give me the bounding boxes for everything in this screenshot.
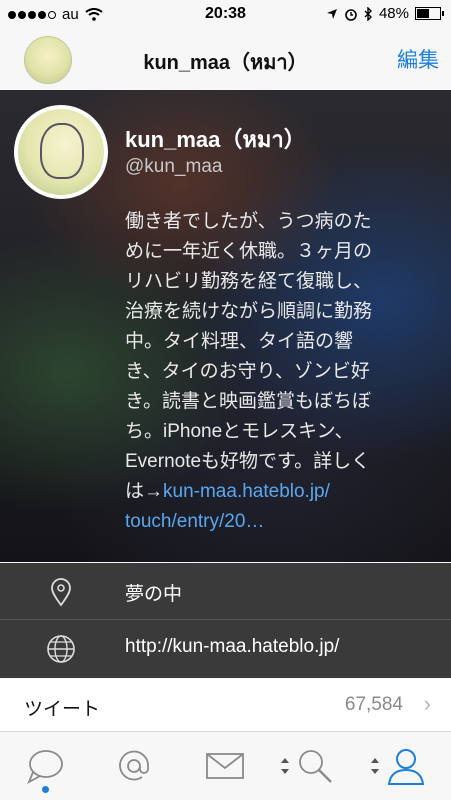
bio-line: き、タイのお守り、ゾンビ好	[125, 361, 370, 382]
tweets-label: ツイート	[24, 699, 101, 720]
location-row: 夢の中	[0, 563, 451, 620]
profile-bio: 働き者でしたが、うつ病のた めに一年近く休職。３ヶ月の リハビリ勤務を経て復職し…	[125, 207, 445, 537]
status-right: 48%	[326, 5, 444, 22]
bio-line: 中。タイ料理、タイ語の響	[125, 331, 354, 352]
bluetooth-icon	[364, 6, 372, 21]
bio-link-prefix: は→	[125, 481, 164, 502]
tab-timeline[interactable]	[25, 746, 65, 786]
nav-bar: kun_maa（หมา） 編集	[0, 28, 451, 91]
unread-indicator	[42, 786, 49, 793]
battery-percent: 48%	[378, 5, 409, 22]
tab-mentions[interactable]	[114, 746, 154, 786]
globe-icon	[47, 635, 75, 663]
search-icon	[299, 750, 332, 783]
profile-handle: @kun_maa	[125, 156, 223, 177]
chat-bubble-icon	[27, 750, 63, 784]
location-text: 夢の中	[125, 584, 183, 605]
bio-line: ち。iPhoneとモレスキン、	[125, 421, 354, 442]
tab-messages[interactable]	[205, 746, 245, 786]
bio-link-continued[interactable]: touch/entry/20…	[125, 511, 264, 532]
chevron-right-icon: ›	[423, 691, 431, 716]
bio-line: Evernoteも好物です。詳しく	[125, 451, 371, 472]
profile-header: kun_maa（หมา） @kun_maa 働き者でしたが、うつ病のた めに一年…	[0, 90, 451, 562]
location-arrow-icon	[326, 8, 337, 19]
profile-icon	[387, 749, 425, 785]
bio-link[interactable]: kun-maa.hateblo.jp/	[163, 481, 330, 502]
envelope-icon	[206, 753, 244, 779]
bio-line: リハビリ勤務を経て復職し、	[125, 271, 373, 292]
tweets-row[interactable]: ツイート 67,584 ›	[0, 679, 451, 732]
edit-button[interactable]: 編集	[397, 44, 439, 74]
status-bar: au 20:38 48%	[0, 0, 451, 28]
bio-line: めに一年近く休職。３ヶ月の	[125, 241, 373, 262]
switcher-arrows-icon	[281, 758, 289, 774]
nav-title: kun_maa（หมา）	[143, 52, 308, 74]
website-link[interactable]: http://kun-maa.hateblo.jp/	[125, 636, 339, 658]
bio-line: 働き者でしたが、うつ病のた	[125, 211, 372, 232]
tab-profile[interactable]	[386, 746, 426, 786]
bio-line: touch/entry/20…	[125, 507, 445, 537]
website-row[interactable]: http://kun-maa.hateblo.jp/	[0, 620, 451, 678]
switcher-arrows-icon	[371, 758, 379, 774]
profile-name: kun_maa（หมา）	[125, 127, 306, 152]
tweets-count: 67,584	[344, 694, 403, 715]
bio-line: 治療を続けながら順調に勤務	[125, 301, 373, 322]
tab-bar	[0, 732, 451, 800]
profile-avatar[interactable]	[14, 105, 108, 199]
location-pin-icon	[51, 578, 71, 607]
at-icon	[119, 750, 149, 781]
alarm-icon	[345, 8, 357, 21]
bio-line: は→kun-maa.hateblo.jp/	[125, 477, 445, 507]
tab-search[interactable]	[295, 746, 335, 786]
bio-line: き。読書と映画鑑賞もぼちぼ	[125, 391, 372, 412]
battery-icon	[415, 7, 444, 20]
